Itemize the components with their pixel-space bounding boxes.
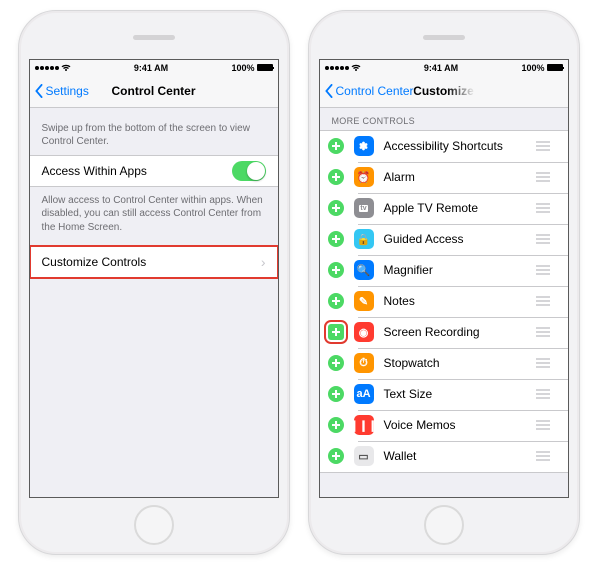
add-button[interactable] (328, 200, 344, 216)
access-within-apps-label: Access Within Apps (42, 164, 147, 178)
control-label: Stopwatch (384, 356, 440, 370)
control-row-appletv[interactable]: tv Apple TV Remote (320, 193, 568, 224)
home-button[interactable] (424, 505, 464, 545)
reorder-handle-icon[interactable] (534, 323, 552, 341)
reorder-handle-icon[interactable] (534, 385, 552, 403)
control-label: Text Size (384, 387, 433, 401)
battery-percent: 100% (521, 63, 544, 73)
back-label: Settings (46, 84, 89, 98)
control-label: Wallet (384, 449, 417, 463)
voice-memos-icon: ❙❙❙ (354, 415, 374, 435)
control-row-guided-access[interactable]: 🔒 Guided Access (320, 224, 568, 255)
wifi-icon (61, 64, 71, 72)
phone-speaker (423, 35, 465, 40)
add-button[interactable] (328, 138, 344, 154)
control-row-screen-recording[interactable]: ◉ Screen Recording (320, 317, 568, 348)
right-screen: 9:41 AM 100% Control Center Customize MO… (319, 59, 569, 498)
status-bar: 9:41 AM 100% (30, 60, 278, 76)
status-bar: 9:41 AM 100% (320, 60, 568, 76)
status-time: 9:41 AM (134, 63, 168, 73)
control-label: Magnifier (384, 263, 433, 277)
section-header-more-controls: MORE CONTROLS (320, 108, 568, 130)
control-label: Accessibility Shortcuts (384, 139, 503, 153)
add-button[interactable] (328, 231, 344, 247)
nav-bar: Control Center Customize (320, 76, 568, 108)
magnifier-icon: 🔍 (354, 260, 374, 280)
back-button[interactable]: Control Center (320, 84, 414, 98)
status-time: 9:41 AM (424, 63, 458, 73)
battery-percent: 100% (231, 63, 254, 73)
add-button[interactable] (328, 448, 344, 464)
control-label: Alarm (384, 170, 415, 184)
toggle-switch[interactable] (232, 161, 266, 181)
notes-icon: ✎ (354, 291, 374, 311)
control-label: Notes (384, 294, 415, 308)
left-iphone-mockup: 9:41 AM 100% Settings Control Center Swi… (18, 10, 290, 555)
accessibility-icon: ✽ (354, 136, 374, 156)
access-footer-text: Allow access to Control Center within ap… (30, 187, 278, 241)
left-screen: 9:41 AM 100% Settings Control Center Swi… (29, 59, 279, 498)
stopwatch-icon: ⏱ (354, 353, 374, 373)
nav-title: Customize (413, 84, 474, 98)
control-row-magnifier[interactable]: 🔍 Magnifier (320, 255, 568, 286)
wifi-icon (351, 64, 361, 72)
add-button[interactable] (328, 169, 344, 185)
reorder-handle-icon[interactable] (534, 354, 552, 372)
add-button[interactable] (328, 355, 344, 371)
reorder-handle-icon[interactable] (534, 199, 552, 217)
reorder-handle-icon[interactable] (534, 261, 552, 279)
right-iphone-mockup: 9:41 AM 100% Control Center Customize MO… (308, 10, 580, 555)
screen-recording-icon: ◉ (354, 322, 374, 342)
control-label: Apple TV Remote (384, 201, 479, 215)
reorder-handle-icon[interactable] (534, 416, 552, 434)
chevron-right-icon: › (261, 254, 266, 270)
control-row-voice-memos[interactable]: ❙❙❙ Voice Memos (320, 410, 568, 441)
reorder-handle-icon[interactable] (534, 230, 552, 248)
intro-text: Swipe up from the bottom of the screen t… (30, 115, 278, 155)
back-label: Control Center (336, 84, 414, 98)
customize-controls-row[interactable]: Customize Controls › (30, 246, 278, 278)
chevron-left-icon (34, 84, 44, 98)
guided-access-icon: 🔒 (354, 229, 374, 249)
wallet-icon: ▭ (354, 446, 374, 466)
control-label: Screen Recording (384, 325, 480, 339)
add-button[interactable] (328, 293, 344, 309)
reorder-handle-icon[interactable] (534, 168, 552, 186)
control-row-stopwatch[interactable]: ⏱ Stopwatch (320, 348, 568, 379)
access-within-apps-row[interactable]: Access Within Apps (30, 155, 278, 187)
back-button[interactable]: Settings (30, 84, 89, 98)
add-button[interactable] (328, 417, 344, 433)
control-row-accessibility[interactable]: ✽ Accessibility Shortcuts (320, 131, 568, 162)
phone-speaker (133, 35, 175, 40)
reorder-handle-icon[interactable] (534, 292, 552, 310)
home-button[interactable] (134, 505, 174, 545)
add-button[interactable] (328, 262, 344, 278)
text-size-icon: aA (354, 384, 374, 404)
control-row-notes[interactable]: ✎ Notes (320, 286, 568, 317)
control-label: Voice Memos (384, 418, 456, 432)
control-row-text-size[interactable]: aA Text Size (320, 379, 568, 410)
reorder-handle-icon[interactable] (534, 137, 552, 155)
nav-bar: Settings Control Center (30, 76, 278, 108)
intro-faded-line (30, 108, 278, 115)
signal-dots-icon (35, 66, 59, 70)
signal-dots-icon (325, 66, 349, 70)
alarm-icon: ⏰ (354, 167, 374, 187)
control-row-alarm[interactable]: ⏰ Alarm (320, 162, 568, 193)
chevron-left-icon (324, 84, 334, 98)
add-button[interactable] (328, 386, 344, 402)
reorder-handle-icon[interactable] (534, 447, 552, 465)
customize-controls-label: Customize Controls (42, 255, 147, 269)
nav-title: Control Center (112, 84, 196, 98)
add-button[interactable] (328, 324, 344, 340)
battery-icon (547, 64, 563, 71)
control-label: Guided Access (384, 232, 464, 246)
more-controls-list: ✽ Accessibility Shortcuts ⏰ Alarmtv Apple TV… (320, 130, 568, 473)
battery-icon (257, 64, 273, 71)
control-row-wallet[interactable]: ▭ Wallet (320, 441, 568, 472)
appletv-icon: tv (354, 198, 374, 218)
